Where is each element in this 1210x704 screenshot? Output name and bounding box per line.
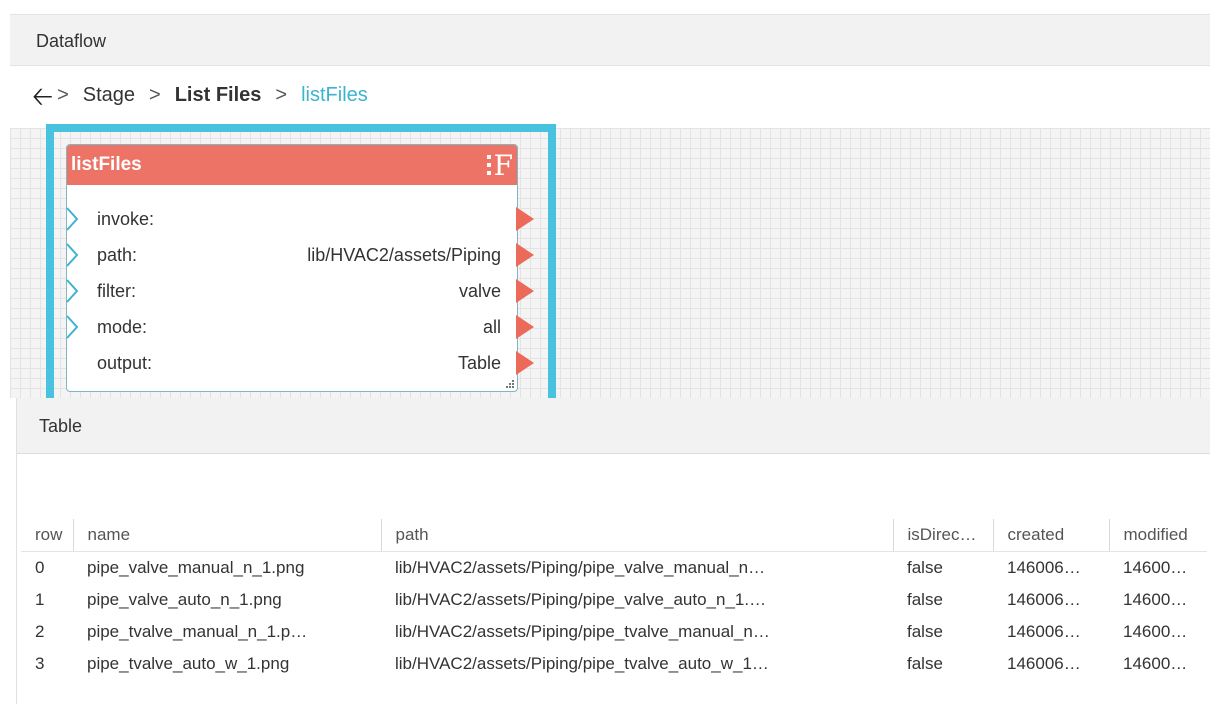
param-label: output: <box>97 353 153 373</box>
column-header-name[interactable]: name <box>73 519 382 552</box>
cell-path: lib/HVAC2/assets/Piping/pipe_valve_auto_… <box>395 590 767 609</box>
cell-isdirectory: false <box>907 622 943 641</box>
cell-name: pipe_valve_manual_n_1.png <box>87 558 305 577</box>
cell-modified: 14600… <box>1123 590 1188 609</box>
input-port-icon[interactable] <box>65 315 79 339</box>
input-port-icon[interactable] <box>65 279 79 303</box>
param-label: filter: <box>97 281 137 301</box>
function-icon-glyph: F <box>493 148 513 182</box>
table-panel: Table row name path isDirec… created mod… <box>16 398 1210 704</box>
listfiles-node[interactable]: listFiles F invoke: path: lib/HVAC2/asse… <box>65 144 534 392</box>
cell-created: 146006… <box>1007 590 1081 609</box>
breadcrumb-item-current: listFiles <box>301 84 368 106</box>
cell-created: 146006… <box>1007 654 1081 673</box>
node-header[interactable]: listFiles F <box>67 145 517 185</box>
param-label: mode: <box>97 317 148 337</box>
table-row[interactable]: 3 pipe_tvalve_auto_w_1.png lib/HVAC2/ass… <box>21 648 1207 680</box>
param-value[interactable]: Table <box>458 353 501 374</box>
cell-row: 0 <box>35 558 45 577</box>
output-port-icon[interactable] <box>516 279 534 303</box>
param-row-mode[interactable]: mode: all <box>65 309 534 345</box>
output-port-icon[interactable] <box>516 351 534 375</box>
param-value[interactable]: lib/HVAC2/assets/Piping <box>307 245 501 266</box>
table-row[interactable]: 2 pipe_tvalve_manual_n_1.p… lib/HVAC2/as… <box>21 616 1207 648</box>
param-label: invoke: <box>97 209 155 229</box>
table-panel-header: Table <box>17 398 1210 454</box>
param-row-output[interactable]: output: Table <box>67 345 534 381</box>
output-port-icon[interactable] <box>516 243 534 267</box>
cell-path: lib/HVAC2/assets/Piping/pipe_valve_manua… <box>395 558 766 577</box>
breadcrumb: 🡠 > Stage > List Files > listFiles <box>32 83 368 109</box>
table-row[interactable]: 0 pipe_valve_manual_n_1.png lib/HVAC2/as… <box>21 552 1207 585</box>
column-header-path[interactable]: path <box>381 519 894 552</box>
output-port-icon[interactable] <box>516 315 534 339</box>
breadcrumb-bar: 🡠 > Stage > List Files > listFiles <box>10 66 1210 128</box>
breadcrumb-item-list-files[interactable]: List Files <box>175 84 262 107</box>
param-row-invoke[interactable]: invoke: <box>65 201 534 237</box>
table-row[interactable]: 1 pipe_valve_auto_n_1.png lib/HVAC2/asse… <box>21 584 1207 616</box>
title-bar: Dataflow <box>10 14 1210 66</box>
cell-modified: 14600… <box>1123 558 1188 577</box>
input-port-icon[interactable] <box>65 207 79 231</box>
breadcrumb-item-stage[interactable]: Stage <box>83 84 135 107</box>
param-row-path[interactable]: path: lib/HVAC2/assets/Piping <box>65 237 534 273</box>
param-label: path: <box>97 245 138 265</box>
cell-row: 3 <box>35 654 45 673</box>
cell-modified: 14600… <box>1123 622 1188 641</box>
table-header-row: row name path isDirec… created modified <box>21 519 1207 552</box>
cell-modified: 14600… <box>1123 654 1188 673</box>
cell-isdirectory: false <box>907 590 943 609</box>
column-header-row[interactable]: row <box>21 519 74 552</box>
cell-created: 146006… <box>1007 622 1081 641</box>
left-arrow-icon[interactable]: 🡠 <box>32 83 53 109</box>
cell-path: lib/HVAC2/assets/Piping/pipe_tvalve_auto… <box>395 654 769 673</box>
breadcrumb-separator: > <box>275 84 288 106</box>
param-row-filter[interactable]: filter: valve <box>65 273 534 309</box>
cell-name: pipe_valve_auto_n_1.png <box>87 590 282 609</box>
cell-isdirectory: false <box>907 558 943 577</box>
cell-path: lib/HVAC2/assets/Piping/pipe_tvalve_manu… <box>395 622 770 641</box>
function-icon: F <box>479 148 513 182</box>
table-panel-title: Table <box>39 416 83 436</box>
cell-created: 146006… <box>1007 558 1081 577</box>
breadcrumb-separator: > <box>149 84 161 106</box>
files-table: row name path isDirec… created modified … <box>21 519 1207 680</box>
breadcrumb-separator: > <box>57 84 69 106</box>
output-port-icon[interactable] <box>516 207 534 231</box>
resize-grip-icon[interactable] <box>505 379 515 389</box>
cell-name: pipe_tvalve_manual_n_1.p… <box>87 622 308 641</box>
cell-row: 2 <box>35 622 45 641</box>
cell-row: 1 <box>35 590 45 609</box>
window-title: Dataflow <box>36 31 107 51</box>
column-header-created[interactable]: created <box>993 519 1110 552</box>
param-value[interactable]: all <box>483 317 501 338</box>
input-port-icon[interactable] <box>65 243 79 267</box>
column-header-modified[interactable]: modified <box>1109 519 1207 552</box>
param-value[interactable]: valve <box>459 281 501 302</box>
cell-name: pipe_tvalve_auto_w_1.png <box>87 654 290 673</box>
node-name: listFiles <box>71 154 142 175</box>
cell-isdirectory: false <box>907 654 943 673</box>
column-header-isdirectory[interactable]: isDirec… <box>893 519 994 552</box>
